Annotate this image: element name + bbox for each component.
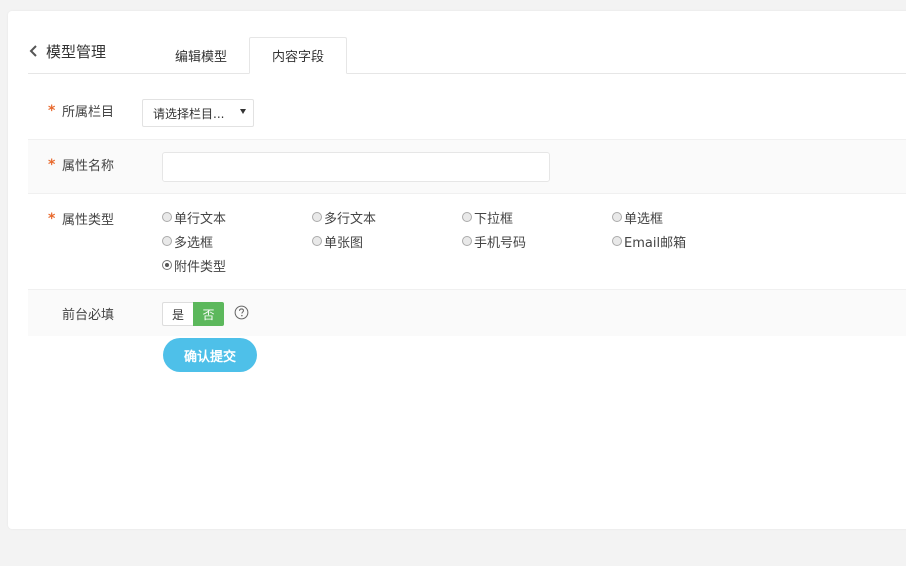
required-mark: * — [48, 102, 56, 119]
radio-label: 单行文本 — [174, 211, 227, 227]
radio-label: 多行文本 — [324, 211, 377, 227]
radio-circle — [612, 212, 622, 222]
row-required: 前台必填 — [28, 290, 906, 336]
radio-circle — [312, 236, 322, 246]
radio-label: 单张图 — [324, 235, 364, 251]
toggle-no[interactable]: 否 — [193, 302, 224, 326]
submit-button[interactable]: 确认提交 — [163, 338, 257, 372]
category-label: * 所属栏目 — [48, 101, 115, 121]
required-toggle-label-text: 前台必填 — [62, 308, 115, 323]
category-label-text: 所属栏目 — [62, 105, 115, 120]
content-card: 模型管理 编辑模型 内容字段 * 所属栏目 请选择栏目... * 属性名称 * … — [8, 11, 906, 529]
radio-label: 手机号码 — [474, 235, 527, 251]
radio-email[interactable]: Email邮箱 — [612, 232, 687, 251]
tab-content-fields[interactable]: 内容字段 — [249, 37, 347, 74]
attr-type-label: * 属性类型 — [48, 209, 115, 229]
radio-label: 下拉框 — [474, 211, 514, 227]
radio-circle-checked — [162, 260, 172, 270]
radio-label: 附件类型 — [174, 259, 227, 275]
radio-radio-box[interactable]: 单选框 — [612, 208, 664, 227]
radio-circle — [462, 212, 472, 222]
radio-circle — [612, 236, 622, 246]
attr-name-label: * 属性名称 — [48, 155, 115, 175]
header: 模型管理 编辑模型 内容字段 — [28, 11, 906, 74]
attr-type-label-text: 属性类型 — [62, 213, 115, 228]
required-toggle-label: 前台必填 — [48, 304, 114, 323]
radio-label: Email邮箱 — [624, 235, 687, 251]
attr-name-label-text: 属性名称 — [62, 159, 115, 174]
radio-circle — [162, 212, 172, 222]
radio-phone-number[interactable]: 手机号码 — [462, 232, 527, 251]
radio-checkbox[interactable]: 多选框 — [162, 232, 214, 251]
help-icon[interactable] — [234, 305, 249, 320]
radio-dropdown[interactable]: 下拉框 — [462, 208, 514, 227]
radio-circle — [162, 236, 172, 246]
radio-label: 多选框 — [174, 235, 214, 251]
toggle-yes[interactable]: 是 — [162, 302, 193, 326]
radio-single-line-text[interactable]: 单行文本 — [162, 208, 227, 227]
category-select-value: 请选择栏目... — [153, 106, 225, 121]
radio-attachment[interactable]: 附件类型 — [162, 256, 227, 275]
required-mark: * — [48, 210, 56, 227]
radio-single-image[interactable]: 单张图 — [312, 232, 364, 251]
radio-circle — [462, 236, 472, 246]
chevron-left-icon — [29, 45, 37, 57]
tab-edit-model[interactable]: 编辑模型 — [153, 37, 249, 73]
category-select[interactable]: 请选择栏目... — [142, 99, 254, 127]
back-link[interactable]: 模型管理 — [28, 40, 106, 62]
back-label: 模型管理 — [46, 42, 107, 61]
required-toggle[interactable]: 是 否 — [162, 302, 224, 326]
attr-name-input[interactable] — [162, 152, 550, 182]
radio-multi-line-text[interactable]: 多行文本 — [312, 208, 377, 227]
required-mark: * — [48, 156, 56, 173]
caret-down-icon — [240, 109, 246, 114]
radio-label: 单选框 — [624, 211, 664, 227]
radio-circle — [312, 212, 322, 222]
